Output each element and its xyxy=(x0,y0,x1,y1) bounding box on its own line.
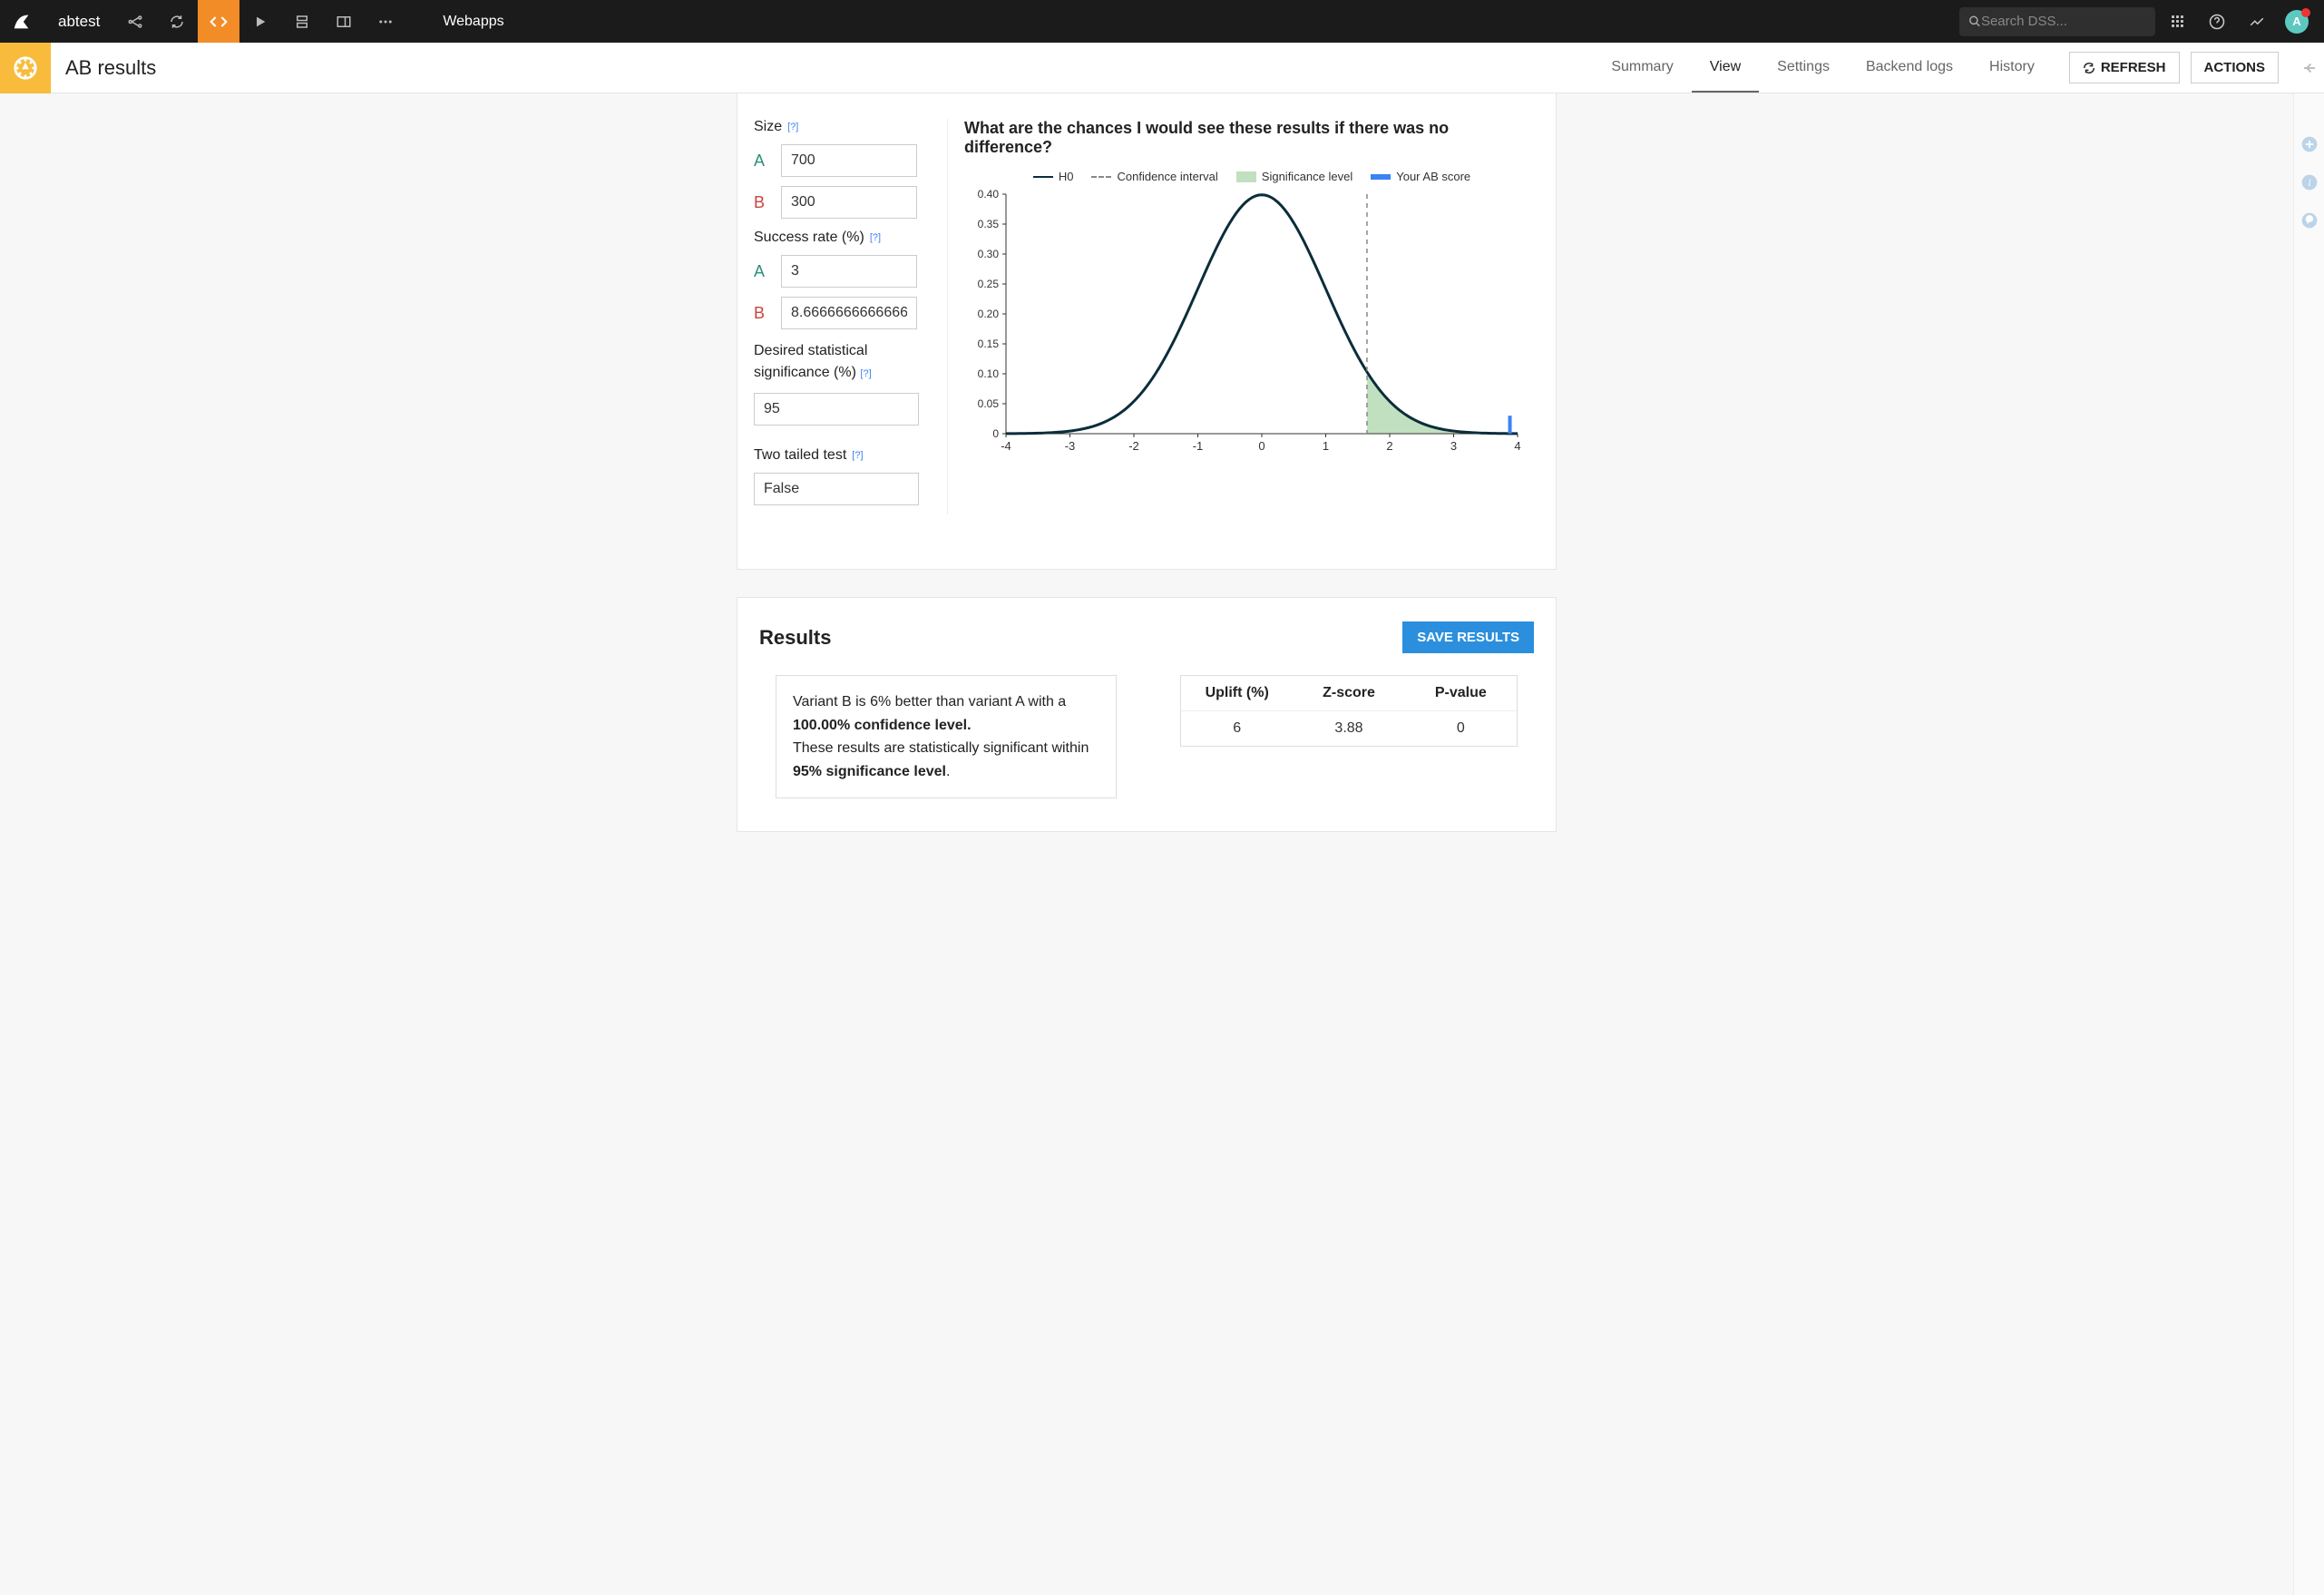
legend-h0: H0 xyxy=(1033,170,1074,183)
size-b-input[interactable] xyxy=(781,186,917,219)
tab-summary[interactable]: Summary xyxy=(1593,43,1691,93)
results-summary: Variant B is 6% better than variant A wi… xyxy=(776,675,1117,798)
apps-grid-icon[interactable] xyxy=(2159,0,2195,43)
svg-text:-4: -4 xyxy=(1001,439,1011,453)
sig-help[interactable]: [?] xyxy=(860,368,871,379)
svg-text:3: 3 xyxy=(1450,439,1457,453)
top-nav-bar: abtest Webapps A xyxy=(0,0,2324,43)
size-a-input[interactable] xyxy=(781,144,917,177)
chart-legend: H0 Confidence interval Significance leve… xyxy=(964,170,1539,183)
search-icon xyxy=(1968,15,1981,28)
chart-title: What are the chances I would see these r… xyxy=(964,119,1539,157)
svg-text:0.25: 0.25 xyxy=(978,278,1000,290)
th-zscore: Z-score xyxy=(1293,676,1404,711)
rate-b-input[interactable] xyxy=(781,297,917,329)
size-help[interactable]: [?] xyxy=(787,122,798,132)
input-chart-card: Size [?] A B Success rate (%) [?] A B xyxy=(737,93,1557,570)
save-results-button[interactable]: SAVE RESULTS xyxy=(1402,621,1534,653)
results-card: Results SAVE RESULTS Variant B is 6% bet… xyxy=(737,597,1557,832)
more-icon[interactable] xyxy=(365,0,406,43)
svg-text:2: 2 xyxy=(1386,439,1392,453)
tab-history[interactable]: History xyxy=(1971,43,2053,93)
svg-text:4: 4 xyxy=(1514,439,1520,453)
collapse-right-icon[interactable] xyxy=(2295,60,2324,76)
marker-a: A xyxy=(754,152,770,171)
svg-text:0.30: 0.30 xyxy=(978,248,1000,260)
tab-backend-logs[interactable]: Backend logs xyxy=(1848,43,1971,93)
tail-help[interactable]: [?] xyxy=(852,450,863,461)
significance-input[interactable] xyxy=(754,393,919,426)
svg-text:1: 1 xyxy=(1323,439,1329,453)
td-zscore: 3.88 xyxy=(1293,711,1404,746)
flow-icon[interactable] xyxy=(114,0,156,43)
svg-text:0.05: 0.05 xyxy=(978,397,1000,410)
distribution-chart: 0 0.05 0.10 0.15 0.20 0.25 0.30 0.35 0.40 -4 -3 -2 -… xyxy=(964,189,1527,461)
page-title: AB results xyxy=(51,56,171,80)
app-logo[interactable] xyxy=(0,0,44,43)
svg-text:0: 0 xyxy=(1258,439,1265,453)
help-icon[interactable] xyxy=(2199,0,2235,43)
form-column: Size [?] A B Success rate (%) [?] A B xyxy=(754,119,948,514)
svg-text:-3: -3 xyxy=(1065,439,1076,453)
notification-dot xyxy=(2301,8,2310,17)
td-pvalue: 0 xyxy=(1405,711,1517,746)
project-name[interactable]: abtest xyxy=(44,13,114,31)
th-pvalue: P-value xyxy=(1405,676,1517,711)
user-avatar[interactable]: A xyxy=(2279,0,2315,43)
rail-info-icon[interactable]: i xyxy=(2300,173,2319,191)
search-input[interactable] xyxy=(1981,14,2146,29)
global-search[interactable] xyxy=(1959,7,2155,36)
actions-button[interactable]: ACTIONS xyxy=(2191,52,2280,83)
play-icon[interactable] xyxy=(239,0,281,43)
section-label[interactable]: Webapps xyxy=(443,14,503,30)
size-label: Size [?] xyxy=(754,119,934,135)
tab-settings[interactable]: Settings xyxy=(1759,43,1848,93)
main-content: Size [?] A B Success rate (%) [?] A B xyxy=(0,93,2293,1595)
tail-label: Two tailed test [?] xyxy=(754,447,934,464)
results-heading: Results xyxy=(759,626,831,650)
svg-text:0.15: 0.15 xyxy=(978,338,1000,350)
right-rail: i xyxy=(2293,93,2324,1595)
rail-chat-icon[interactable] xyxy=(2300,211,2319,230)
actions-label: ACTIONS xyxy=(2204,60,2266,75)
nav-icon-group xyxy=(114,0,406,43)
svg-text:-1: -1 xyxy=(1193,439,1204,453)
stack-icon[interactable] xyxy=(281,0,323,43)
rate-a-input[interactable] xyxy=(781,255,917,288)
legend-score: Your AB score xyxy=(1371,170,1470,183)
results-table: Uplift (%) Z-score P-value 6 3.88 0 xyxy=(1180,675,1518,747)
legend-ci: Confidence interval xyxy=(1091,170,1217,183)
chart-column: What are the chances I would see these r… xyxy=(948,119,1539,514)
svg-text:i: i xyxy=(2308,177,2310,189)
webapp-icon xyxy=(0,43,51,93)
panel-icon[interactable] xyxy=(323,0,365,43)
svg-text:0.10: 0.10 xyxy=(978,367,1000,380)
tab-view[interactable]: View xyxy=(1692,43,1759,93)
code-icon[interactable] xyxy=(198,0,239,43)
refresh-icon xyxy=(2083,62,2095,74)
legend-sig: Significance level xyxy=(1236,170,1352,183)
refresh-label: REFRESH xyxy=(2101,60,2166,75)
page-tabs: Summary View Settings Backend logs Histo… xyxy=(1593,43,2053,93)
th-uplift: Uplift (%) xyxy=(1181,676,1293,711)
rail-plus-icon[interactable] xyxy=(2300,135,2319,153)
avatar-letter: A xyxy=(2292,15,2300,28)
svg-text:0: 0 xyxy=(992,427,999,440)
significance-label: Desired statistical significance (%) [?] xyxy=(754,340,934,384)
td-uplift: 6 xyxy=(1181,711,1293,746)
svg-text:0.35: 0.35 xyxy=(978,218,1000,230)
rate-help[interactable]: [?] xyxy=(870,232,881,243)
marker-a-rate: A xyxy=(754,262,770,281)
page-header: AB results Summary View Settings Backend… xyxy=(0,43,2324,93)
svg-text:0.20: 0.20 xyxy=(978,308,1000,320)
svg-text:0.40: 0.40 xyxy=(978,189,1000,201)
refresh-button[interactable]: REFRESH xyxy=(2069,52,2180,83)
tail-input[interactable] xyxy=(754,473,919,505)
svg-text:-2: -2 xyxy=(1128,439,1139,453)
marker-b: B xyxy=(754,193,770,212)
activity-icon[interactable] xyxy=(2239,0,2275,43)
rate-label: Success rate (%) [?] xyxy=(754,230,934,246)
sync-icon[interactable] xyxy=(156,0,198,43)
marker-b-rate: B xyxy=(754,304,770,323)
